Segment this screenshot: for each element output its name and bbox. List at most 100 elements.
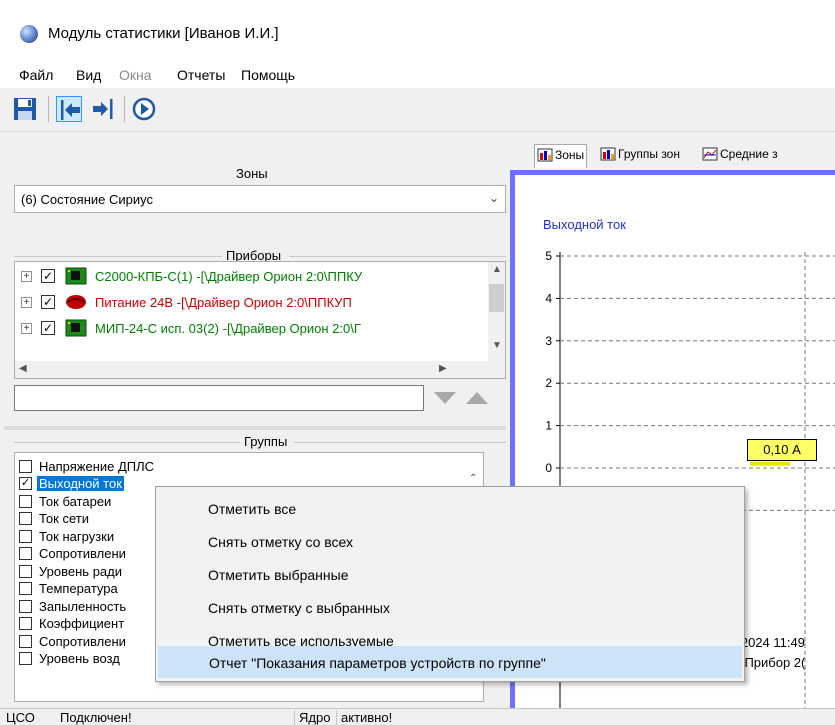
device-checkbox[interactable]: ✓ [41, 321, 55, 335]
devices-vscrollbar[interactable]: ▲ ▼ [488, 262, 505, 362]
menu-view[interactable]: Вид [76, 67, 101, 83]
menu-item-check-selected[interactable]: Отметить выбранные [156, 560, 744, 590]
group-label: Ток батареи [39, 494, 112, 509]
scroll-left-icon[interactable]: ◀ [19, 363, 27, 374]
group-checkbox[interactable] [19, 635, 32, 648]
menu-help[interactable]: Помощь [241, 67, 295, 83]
groups-frame-line [294, 442, 506, 443]
tab-averages[interactable]: Средние з [700, 144, 780, 168]
scroll-up-icon[interactable]: ▲ [492, 264, 502, 275]
menu-item-label: Снять отметку с выбранных [208, 600, 390, 616]
group-checkbox[interactable] [19, 600, 32, 613]
zones-caption: Зоны [236, 166, 268, 181]
y-tick-label: 1 [545, 419, 552, 433]
group-checkbox[interactable] [19, 617, 32, 630]
device-item[interactable]: + ✓ С2000-КПБ-С(1) -[\Драйвер Орион 2:0\… [15, 264, 477, 290]
board-icon [65, 267, 87, 285]
value-label: 0,10 А [747, 439, 817, 461]
group-label: Ток сети [39, 511, 89, 526]
scroll-down-icon[interactable]: ▼ [492, 340, 502, 351]
expand-icon[interactable]: + [21, 323, 32, 334]
tab-zones[interactable]: Зоны [534, 144, 588, 168]
expand-icon[interactable]: + [21, 297, 32, 308]
arrow-right-icon [93, 99, 113, 119]
y-tick-label: 4 [545, 291, 552, 305]
status-bar: ЦСО Подключен! Ядро активно! [0, 708, 835, 725]
tab-label: Группы зон [618, 147, 680, 161]
scroll-right-icon[interactable]: ▶ [439, 363, 447, 374]
status-cso: ЦСО [6, 710, 35, 725]
y-tick-label: 2 [545, 376, 552, 390]
menu-reports[interactable]: Отчеты [177, 67, 225, 83]
menu-item-label: Отметить выбранные [208, 567, 349, 583]
app-icon [20, 25, 38, 43]
group-label: Ток нагрузки [39, 529, 115, 544]
group-label: Выходной ток [37, 476, 124, 491]
group-checkbox[interactable] [19, 530, 32, 543]
save-icon [14, 98, 36, 120]
y-tick-label: 3 [545, 334, 552, 348]
move-up-icon[interactable] [466, 392, 488, 404]
group-checkbox[interactable] [19, 460, 32, 473]
menu-item-label: Отчет "Показания параметров устройств по… [209, 655, 546, 671]
arrow-right-button[interactable] [90, 96, 116, 122]
device-checkbox[interactable]: ✓ [41, 269, 55, 283]
menu-item-uncheck-selected[interactable]: Снять отметку с выбранных [156, 593, 744, 623]
save-button[interactable] [12, 96, 38, 122]
move-down-icon[interactable] [434, 392, 456, 404]
group-item[interactable]: Напряжение ДПЛС [15, 458, 483, 475]
groups-caption: Группы [244, 434, 288, 449]
menu-item-label: Снять отметку со всех [208, 534, 354, 550]
group-label: Сопротивлени [39, 634, 126, 649]
scroll-up-icon[interactable]: ⌃ [469, 473, 477, 484]
play-icon [132, 97, 156, 121]
devices-frame-line [289, 256, 506, 257]
group-checkbox[interactable] [19, 565, 32, 578]
chevron-down-icon: ⌄ [488, 191, 499, 205]
power-icon [66, 295, 86, 309]
device-item[interactable]: + ✓ МИП-24-С исп. 03(2) -[\Драйвер Орион… [15, 316, 477, 342]
avg-chart-icon [702, 147, 718, 161]
group-checkbox[interactable]: ✓ [19, 477, 32, 490]
device-label: Питание 24В -[\Драйвер Орион 2:0\ППКУП [95, 295, 352, 310]
panel-splitter[interactable] [4, 426, 506, 430]
expand-icon[interactable]: + [21, 271, 32, 282]
tab-zone-groups[interactable]: Группы зон [598, 144, 682, 168]
group-label: Температура [39, 581, 118, 596]
group-label: Запыленность [39, 599, 127, 614]
menu-item-check-all[interactable]: Отметить все [156, 494, 744, 524]
tab-label: Средние з [720, 147, 778, 161]
zones-select[interactable]: (6) Состояние Сириус ⌄ [14, 185, 506, 213]
play-button[interactable] [131, 96, 157, 122]
device-checkbox[interactable]: ✓ [41, 295, 55, 309]
group-checkbox[interactable] [19, 652, 32, 665]
group-checkbox[interactable] [19, 582, 32, 595]
devices-frame-line [14, 256, 222, 257]
group-checkbox[interactable] [19, 547, 32, 560]
group-label: Уровень ради [39, 564, 122, 579]
tab-label: Зоны [555, 148, 585, 162]
group-checkbox[interactable] [19, 495, 32, 508]
chart-tabs: Зоны Группы зон Средние з [510, 140, 835, 168]
toolbar [0, 88, 835, 132]
group-label: Уровень возд [39, 651, 120, 666]
arrow-left-button[interactable] [56, 96, 82, 122]
menu-item-report-by-group[interactable]: Отчет "Показания параметров устройств по… [158, 646, 742, 678]
y-tick-label: 5 [545, 249, 552, 263]
device-filter-input[interactable] [14, 385, 424, 411]
zones-selected-value: (6) Состояние Сириус [21, 192, 153, 207]
menu-windows[interactable]: Окна [119, 67, 152, 83]
device-item[interactable]: + ✓ Питание 24В -[\Драйвер Орион 2:0\ППК… [15, 290, 477, 316]
menu-file[interactable]: Файл [19, 67, 53, 83]
devices-tree[interactable]: + ✓ С2000-КПБ-С(1) -[\Драйвер Орион 2:0\… [14, 261, 506, 379]
menu-item-uncheck-all[interactable]: Снять отметку со всех [156, 527, 744, 557]
menu-bar: Файл Вид Окна Отчеты Помощь [0, 62, 835, 88]
toolbar-separator [124, 96, 125, 122]
device-label: С2000-КПБ-С(1) -[\Драйвер Орион 2:0\ППКУ [95, 269, 363, 284]
status-core: Ядро [294, 710, 330, 725]
devices-hscrollbar[interactable]: ◀ ▶ [15, 361, 505, 378]
scroll-thumb[interactable] [489, 284, 504, 312]
toolbar-separator [48, 96, 49, 122]
group-checkbox[interactable] [19, 512, 32, 525]
group-label: Сопротивлени [39, 546, 126, 561]
